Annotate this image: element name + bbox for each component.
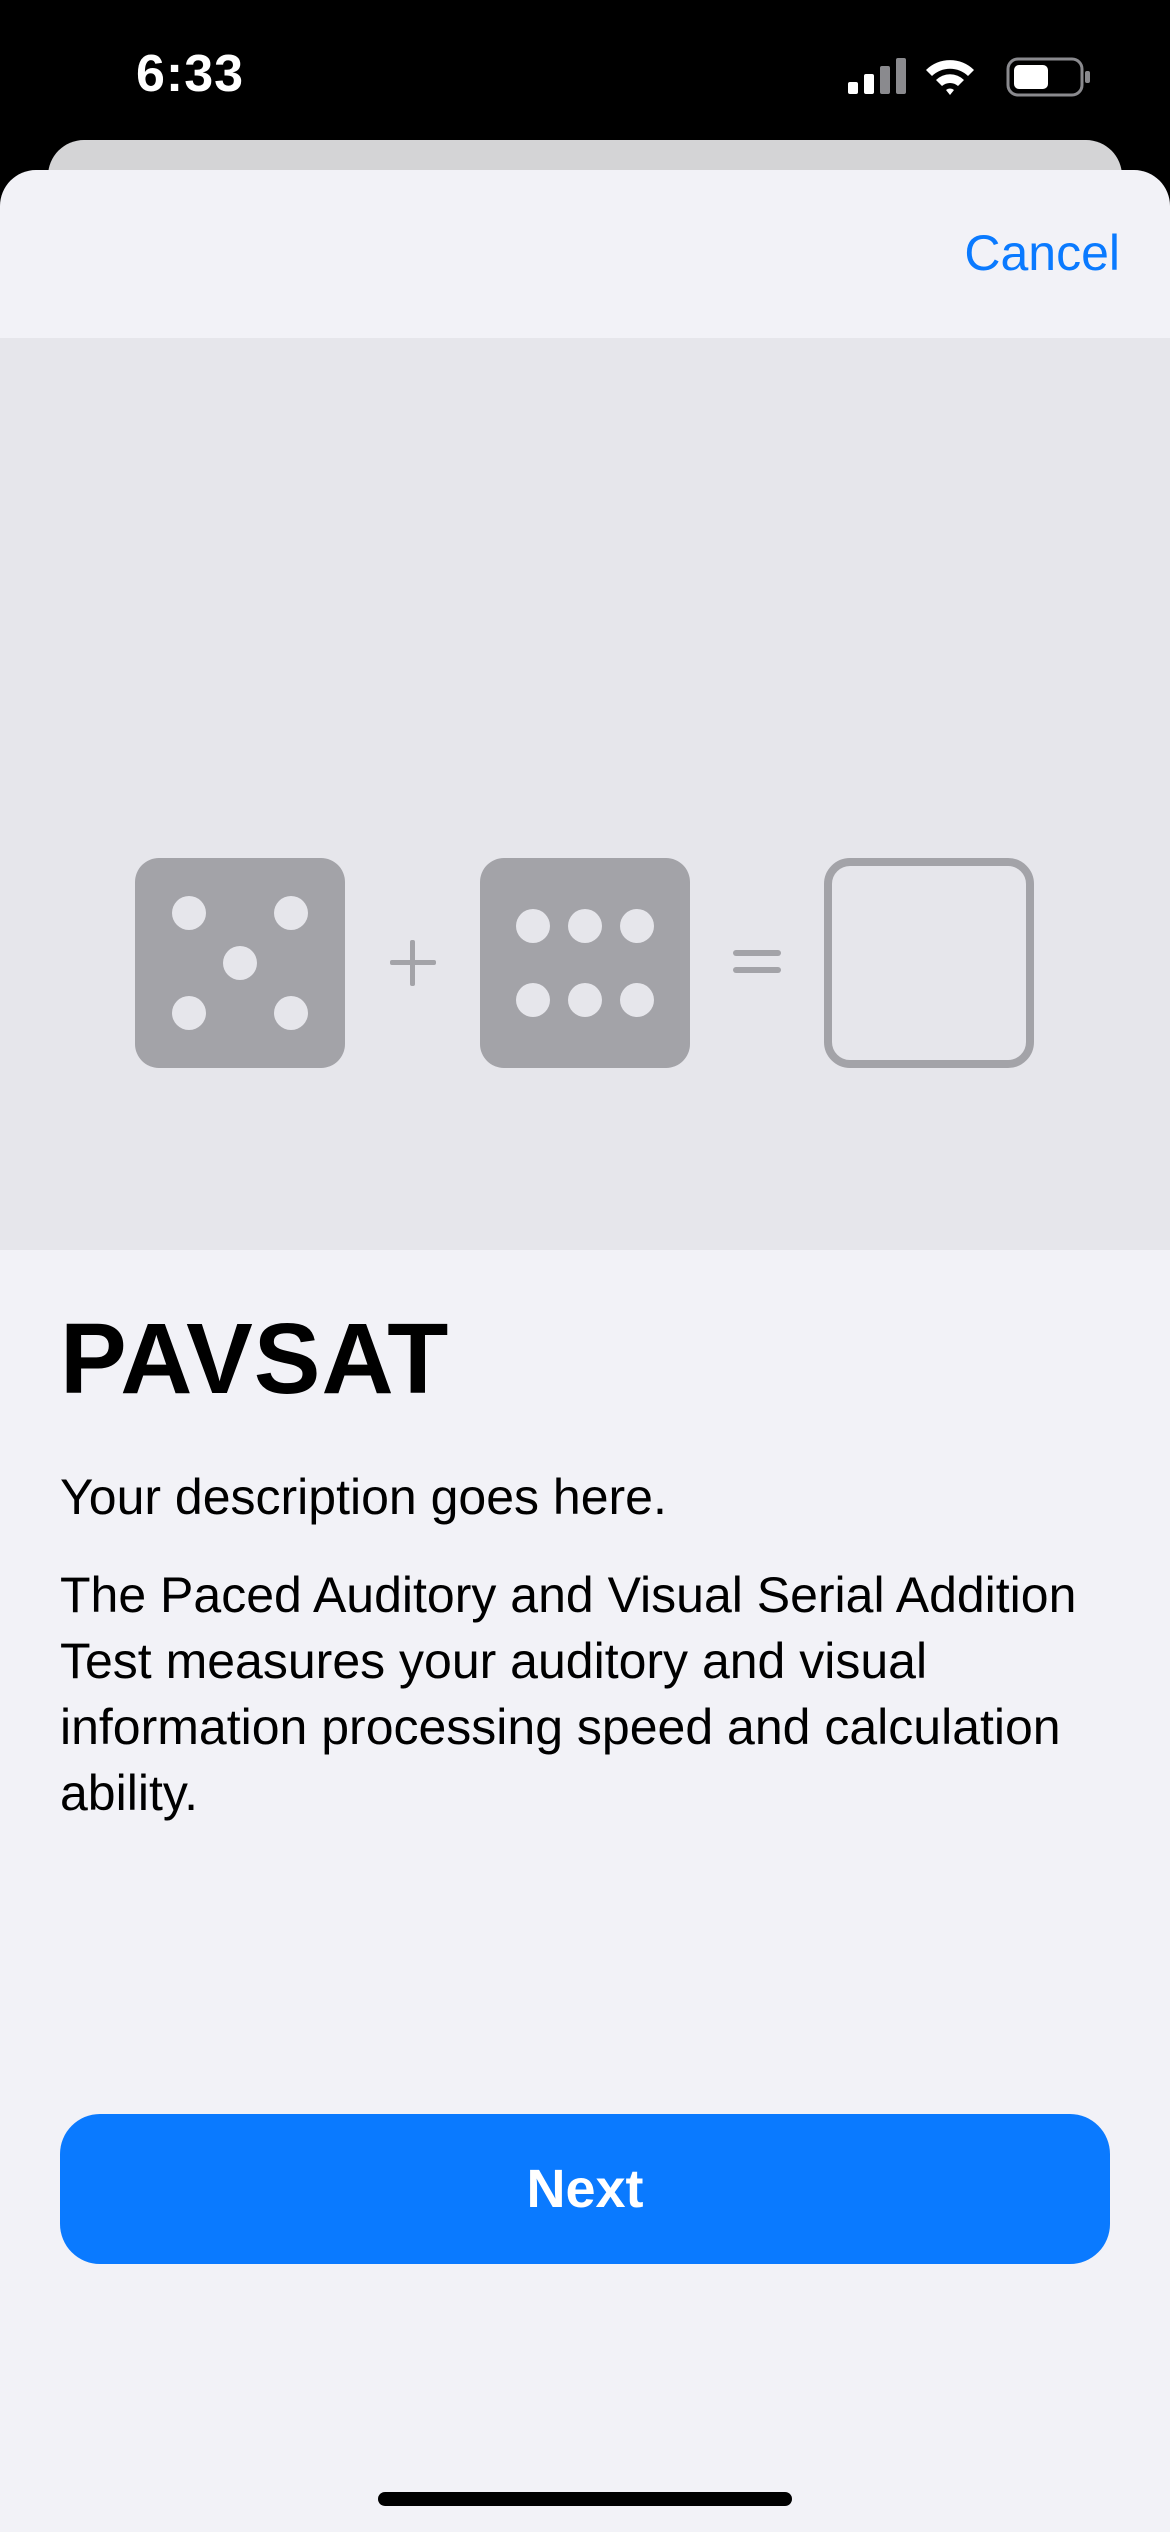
task-illustration: [0, 338, 1170, 1250]
status-time: 6:33: [136, 45, 245, 103]
modal-sheet: Cancel PAVSAT Your description goes here…: [0, 170, 1170, 2532]
battery-icon: [1006, 57, 1090, 97]
die-five-icon: [135, 858, 345, 1068]
dice-addition-illustration: [135, 858, 1034, 1068]
plus-icon: [390, 940, 436, 986]
answer-box-icon: [824, 858, 1034, 1068]
nav-bar: Cancel: [0, 170, 1170, 338]
next-button[interactable]: Next: [60, 2114, 1110, 2264]
body-text: The Paced Auditory and Visual Serial Add…: [60, 1567, 1077, 1821]
screen: 6:33 Cancel PAVSAT Your description goes…: [0, 0, 1170, 2532]
description-text: Your description goes here.: [60, 1469, 667, 1525]
cancel-button[interactable]: Cancel: [964, 224, 1120, 282]
status-bar: 6:33: [0, 0, 1170, 150]
signal-icon: [848, 58, 906, 94]
equals-icon: [733, 950, 781, 973]
page-title: PAVSAT: [60, 1303, 450, 1415]
die-six-icon: [480, 858, 690, 1068]
home-indicator: [378, 2492, 792, 2506]
wifi-icon: [926, 60, 974, 95]
